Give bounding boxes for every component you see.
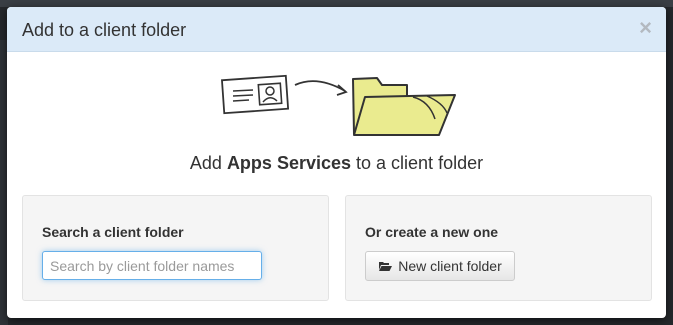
message-suffix: to a client folder bbox=[351, 153, 484, 173]
search-client-folder-input[interactable] bbox=[42, 251, 262, 280]
close-button[interactable]: × bbox=[639, 16, 652, 40]
message-prefix: Add bbox=[189, 153, 227, 173]
folder-open-icon bbox=[378, 260, 393, 272]
search-panel-heading: Search a client folder bbox=[42, 224, 184, 240]
create-panel-heading: Or create a new one bbox=[365, 224, 499, 240]
modal-title: Add to a client folder bbox=[22, 20, 187, 40]
add-to-client-folder-modal: Add to a client folder × Add Apps Servic… bbox=[7, 7, 666, 318]
modal-message: Add Apps Services to a client folder bbox=[7, 152, 666, 174]
backdrop-top-bar bbox=[0, 0, 673, 7]
message-entity: Apps Services bbox=[226, 153, 352, 173]
new-folder-button-label: New client folder bbox=[398, 258, 502, 274]
move-to-folder-illustration bbox=[217, 67, 457, 147]
create-folder-panel: Or create a new one New client folder bbox=[345, 195, 652, 301]
contact-card-icon bbox=[221, 74, 290, 115]
arrow-icon bbox=[294, 80, 348, 96]
modal-header: Add to a client folder × bbox=[7, 7, 666, 52]
search-folder-panel: Search a client folder bbox=[22, 195, 329, 301]
open-folder-icon bbox=[352, 77, 456, 136]
new-client-folder-button[interactable]: New client folder bbox=[365, 251, 515, 281]
